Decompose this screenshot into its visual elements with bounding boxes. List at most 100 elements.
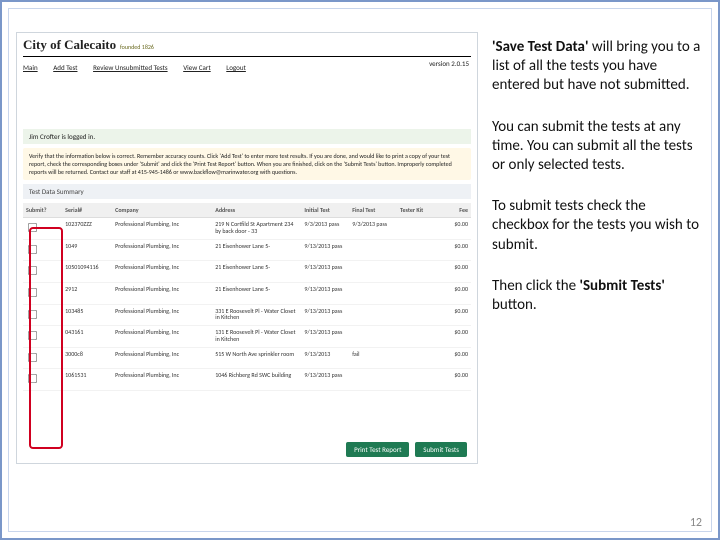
cell-tester-kit (397, 304, 438, 326)
slide: City of Calecaito founded 1826 version 2… (0, 0, 720, 540)
cell-tester-kit (397, 347, 438, 369)
submit-checkbox[interactable] (28, 374, 37, 383)
summary-title: Test Data Summary (23, 184, 471, 199)
submit-checkbox[interactable] (28, 353, 37, 362)
cell-tester-kit (397, 326, 438, 348)
cell-initial-test: 9/13/2013 pass (301, 239, 349, 261)
submit-checkbox[interactable] (28, 245, 37, 254)
cell-tester-kit (397, 369, 438, 391)
para-4a: Then click the (492, 277, 579, 295)
cell-address: 21 Eisenhower Lane 5- (212, 283, 301, 305)
cell-final-test (349, 369, 397, 391)
table-row: 1049Professional Plumbing, Inc21 Eisenho… (23, 239, 471, 261)
cell-serial: 10501094116 (62, 261, 112, 283)
action-bar: Print Test Report Submit Tests (342, 442, 467, 457)
cell-serial: 1061531 (62, 369, 112, 391)
cell-company: Professional Plumbing, Inc (112, 239, 212, 261)
cell-serial: 043161 (62, 326, 112, 348)
test-table: Submit? Serial# Company Address Initial … (23, 203, 471, 391)
table-row: 10501094116Professional Plumbing, Inc21 … (23, 261, 471, 283)
nav-review[interactable]: Review Unsubmitted Tests (93, 63, 168, 72)
cell-company: Professional Plumbing, Inc (112, 304, 212, 326)
cell-fee: $0.00 (438, 218, 471, 240)
cell-initial-test: 9/13/2013 pass (301, 326, 349, 348)
cell-initial-test: 9/13/2013 pass (301, 369, 349, 391)
table-row: 102370ZZZProfessional Plumbing, Inc219 N… (23, 218, 471, 240)
cell-tester-kit (397, 261, 438, 283)
cell-final-test (349, 326, 397, 348)
col-final-test: Final Test (349, 203, 397, 218)
submit-checkbox[interactable] (28, 266, 37, 275)
cell-tester-kit (397, 218, 438, 240)
para-1-bold: 'Save Test Data' (492, 38, 588, 56)
cell-submit (23, 239, 62, 261)
app-header: City of Calecaito founded 1826 version 2… (17, 33, 477, 81)
col-initial-test: Initial Test (301, 203, 349, 218)
cell-fee: $0.00 (438, 369, 471, 391)
cell-fee: $0.00 (438, 347, 471, 369)
col-submit: Submit? (23, 203, 62, 218)
cell-company: Professional Plumbing, Inc (112, 283, 212, 305)
submit-tests-button[interactable]: Submit Tests (415, 442, 467, 457)
cell-final-test (349, 239, 397, 261)
cell-final-test: 9/3/2013 pass (349, 218, 397, 240)
cell-final-test (349, 304, 397, 326)
para-4: Then click the 'Submit Tests' button. (492, 277, 702, 315)
table-body: 102370ZZZProfessional Plumbing, Inc219 N… (23, 218, 471, 391)
cell-address: 131 E Roosevelt Pl - Water Closet in Kit… (212, 326, 301, 348)
para-4-bold: 'Submit Tests' (579, 277, 664, 295)
submit-checkbox[interactable] (28, 310, 37, 319)
print-report-button[interactable]: Print Test Report (346, 442, 409, 457)
nav-add-test[interactable]: Add Test (53, 63, 77, 72)
app-screenshot: City of Calecaito founded 1826 version 2… (16, 32, 478, 464)
instruction-text: 'Save Test Data' will bring you to a lis… (492, 38, 702, 337)
table-row: 1061531Professional Plumbing, Inc1046 Ri… (23, 369, 471, 391)
cell-final-test (349, 283, 397, 305)
nav-logout[interactable]: Logout (226, 63, 246, 72)
cell-company: Professional Plumbing, Inc (112, 369, 212, 391)
cell-initial-test: 9/3/2013 pass (301, 218, 349, 240)
table-row: 3000c8Professional Plumbing, Inc515 W No… (23, 347, 471, 369)
cell-address: 21 Eisenhower Lane 5- (212, 261, 301, 283)
cell-initial-test: 9/13/2013 (301, 347, 349, 369)
logo-line: City of Calecaito founded 1826 (23, 37, 154, 53)
cell-serial: 2912 (62, 283, 112, 305)
nav-main[interactable]: Main (23, 63, 38, 72)
submit-checkbox[interactable] (28, 288, 37, 297)
cell-address: 21 Eisenhower Lane 5- (212, 239, 301, 261)
cell-fee: $0.00 (438, 326, 471, 348)
table-row: 103485Professional Plumbing, Inc331 E Ro… (23, 304, 471, 326)
table-head-row: Submit? Serial# Company Address Initial … (23, 203, 471, 218)
cell-submit (23, 369, 62, 391)
cell-initial-test: 9/13/2013 pass (301, 261, 349, 283)
cell-company: Professional Plumbing, Inc (112, 261, 212, 283)
col-address: Address (212, 203, 301, 218)
cell-submit (23, 347, 62, 369)
cell-submit (23, 304, 62, 326)
cell-company: Professional Plumbing, Inc (112, 326, 212, 348)
cell-fee: $0.00 (438, 283, 471, 305)
cell-serial: 3000c8 (62, 347, 112, 369)
submit-checkbox[interactable] (28, 223, 37, 232)
nav-view-cart[interactable]: View Cart (183, 63, 210, 72)
cell-address: 1046 Richberg Rd SWC building (212, 369, 301, 391)
para-1: 'Save Test Data' will bring you to a lis… (492, 38, 702, 96)
cell-submit (23, 218, 62, 240)
page-number: 12 (690, 516, 702, 530)
cell-initial-test: 9/13/2013 pass (301, 283, 349, 305)
submit-checkbox[interactable] (28, 331, 37, 340)
para-2: You can submit the tests at any time. Yo… (492, 118, 702, 176)
nav-bar: Main Add Test Review Unsubmitted Tests V… (23, 63, 260, 72)
cell-submit (23, 283, 62, 305)
cell-final-test: fail (349, 347, 397, 369)
cell-final-test (349, 261, 397, 283)
cell-company: Professional Plumbing, Inc (112, 218, 212, 240)
cell-serial: 1049 (62, 239, 112, 261)
col-fee: Fee (438, 203, 471, 218)
app-subtitle: founded 1826 (120, 43, 154, 51)
table-row: 043161Professional Plumbing, Inc131 E Ro… (23, 326, 471, 348)
cell-tester-kit (397, 283, 438, 305)
app: City of Calecaito founded 1826 version 2… (17, 33, 477, 341)
app-version: version 2.0.15 (429, 59, 469, 68)
cell-address: 331 E Roosevelt Pl - Water Closet in Kit… (212, 304, 301, 326)
